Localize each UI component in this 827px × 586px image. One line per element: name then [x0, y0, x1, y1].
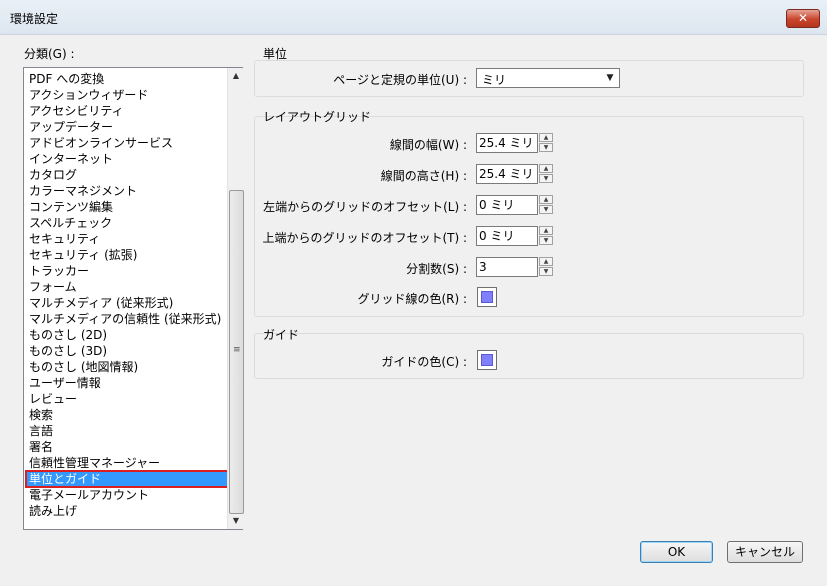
- grid-left-offset-field[interactable]: 0 ミリ: [476, 195, 538, 215]
- grid-color-label: グリッド線の色(R) :: [357, 292, 467, 306]
- grid-section-title: レイアウトグリッド: [263, 110, 372, 124]
- category-item[interactable]: ものさし (3D): [26, 343, 229, 359]
- grid-height-field[interactable]: 25.4 ミリ: [476, 164, 538, 184]
- category-item[interactable]: セキュリティ (拡張): [26, 247, 229, 263]
- category-item[interactable]: 電子メールアカウント: [26, 487, 229, 503]
- guide-color-label: ガイドの色(C) :: [381, 355, 467, 369]
- grid-subdivisions-stepper[interactable]: ▲ ▼: [539, 257, 553, 277]
- grid-width-label: 線間の幅(W) :: [389, 138, 467, 152]
- category-scrollbar[interactable]: ▲ ≡ ▼: [227, 68, 244, 529]
- grid-top-offset-label: 上端からのグリッドのオフセット(T) :: [262, 231, 467, 245]
- guide-color-fill: [481, 354, 493, 366]
- grid-left-offset-stepper[interactable]: ▲ ▼: [539, 195, 553, 215]
- spin-down-icon[interactable]: ▼: [539, 174, 553, 183]
- spin-up-icon[interactable]: ▲: [539, 257, 553, 266]
- spin-up-icon[interactable]: ▲: [539, 133, 553, 142]
- cancel-button[interactable]: キャンセル: [727, 541, 803, 563]
- title-bar: 環境設定 ✕: [0, 0, 827, 35]
- units-section-title: 単位: [263, 47, 288, 61]
- grid-top-offset-field[interactable]: 0 ミリ: [476, 226, 538, 246]
- category-list[interactable]: PDF への変換 アクションウィザード アクセシビリティ アップデーター アドビオンライ…: [23, 67, 244, 530]
- category-item[interactable]: ものさし (地図情報): [26, 359, 229, 375]
- scroll-down-icon[interactable]: ▼: [228, 513, 244, 529]
- guides-group: [254, 333, 804, 379]
- category-item[interactable]: 信頼性管理マネージャー: [26, 455, 229, 471]
- category-item[interactable]: 署名: [26, 439, 229, 455]
- category-item[interactable]: 単位とガイド: [25, 470, 230, 488]
- grid-height-stepper[interactable]: ▲ ▼: [539, 164, 553, 184]
- window-title: 環境設定: [10, 12, 59, 26]
- spin-down-icon[interactable]: ▼: [539, 205, 553, 214]
- grid-width-field[interactable]: 25.4 ミリ: [476, 133, 538, 153]
- guides-section-title: ガイド: [263, 328, 300, 342]
- category-item[interactable]: 読み上げ: [26, 503, 229, 519]
- category-item[interactable]: セキュリティ: [26, 231, 229, 247]
- spin-down-icon[interactable]: ▼: [539, 143, 553, 152]
- category-item[interactable]: マルチメディアの信頼性 (従来形式): [26, 311, 229, 327]
- category-item[interactable]: インターネット: [26, 151, 229, 167]
- category-item[interactable]: カラーマネジメント: [26, 183, 229, 199]
- page-unit-value: ミリ: [482, 73, 507, 87]
- category-item[interactable]: 言語: [26, 423, 229, 439]
- spin-down-icon[interactable]: ▼: [539, 236, 553, 245]
- category-item[interactable]: アドビオンラインサービス: [26, 135, 229, 151]
- page-unit-select[interactable]: ミリ ▼: [476, 68, 620, 88]
- category-item[interactable]: スペルチェック: [26, 215, 229, 231]
- category-item[interactable]: ユーザー情報: [26, 375, 229, 391]
- grid-width-stepper[interactable]: ▲ ▼: [539, 133, 553, 153]
- page-unit-label: ページと定規の単位(U) :: [333, 73, 467, 87]
- category-item[interactable]: マルチメディア (従来形式): [26, 295, 229, 311]
- category-label: 分類(G) :: [24, 47, 75, 61]
- category-item[interactable]: アップデーター: [26, 119, 229, 135]
- category-item[interactable]: レビュー: [26, 391, 229, 407]
- scroll-thumb[interactable]: ≡: [229, 190, 244, 514]
- category-item[interactable]: フォーム: [26, 279, 229, 295]
- spin-up-icon[interactable]: ▲: [539, 226, 553, 235]
- category-item[interactable]: コンテンツ編集: [26, 199, 229, 215]
- guide-color-swatch[interactable]: [477, 350, 497, 370]
- ok-button[interactable]: OK: [640, 541, 713, 563]
- category-item[interactable]: PDF への変換: [26, 71, 229, 87]
- category-item[interactable]: ものさし (2D): [26, 327, 229, 343]
- grid-subdivisions-field[interactable]: 3: [476, 257, 538, 277]
- chevron-down-icon[interactable]: ▼: [601, 69, 619, 87]
- spin-up-icon[interactable]: ▲: [539, 195, 553, 204]
- category-item[interactable]: カタログ: [26, 167, 229, 183]
- grid-color-swatch[interactable]: [477, 287, 497, 307]
- grid-height-label: 線間の高さ(H) :: [380, 169, 467, 183]
- category-item[interactable]: アクションウィザード: [26, 87, 229, 103]
- grid-subdivisions-label: 分割数(S) :: [406, 262, 467, 276]
- grid-top-offset-stepper[interactable]: ▲ ▼: [539, 226, 553, 246]
- category-item[interactable]: アクセシビリティ: [26, 103, 229, 119]
- grid-color-fill: [481, 291, 493, 303]
- spin-up-icon[interactable]: ▲: [539, 164, 553, 173]
- grid-left-offset-label: 左端からのグリッドのオフセット(L) :: [263, 200, 467, 214]
- category-item[interactable]: 検索: [26, 407, 229, 423]
- scroll-up-icon[interactable]: ▲: [228, 68, 244, 84]
- category-item[interactable]: トラッカー: [26, 263, 229, 279]
- grip-icon: ≡: [233, 345, 241, 355]
- close-button[interactable]: ✕: [786, 9, 820, 28]
- spin-down-icon[interactable]: ▼: [539, 267, 553, 276]
